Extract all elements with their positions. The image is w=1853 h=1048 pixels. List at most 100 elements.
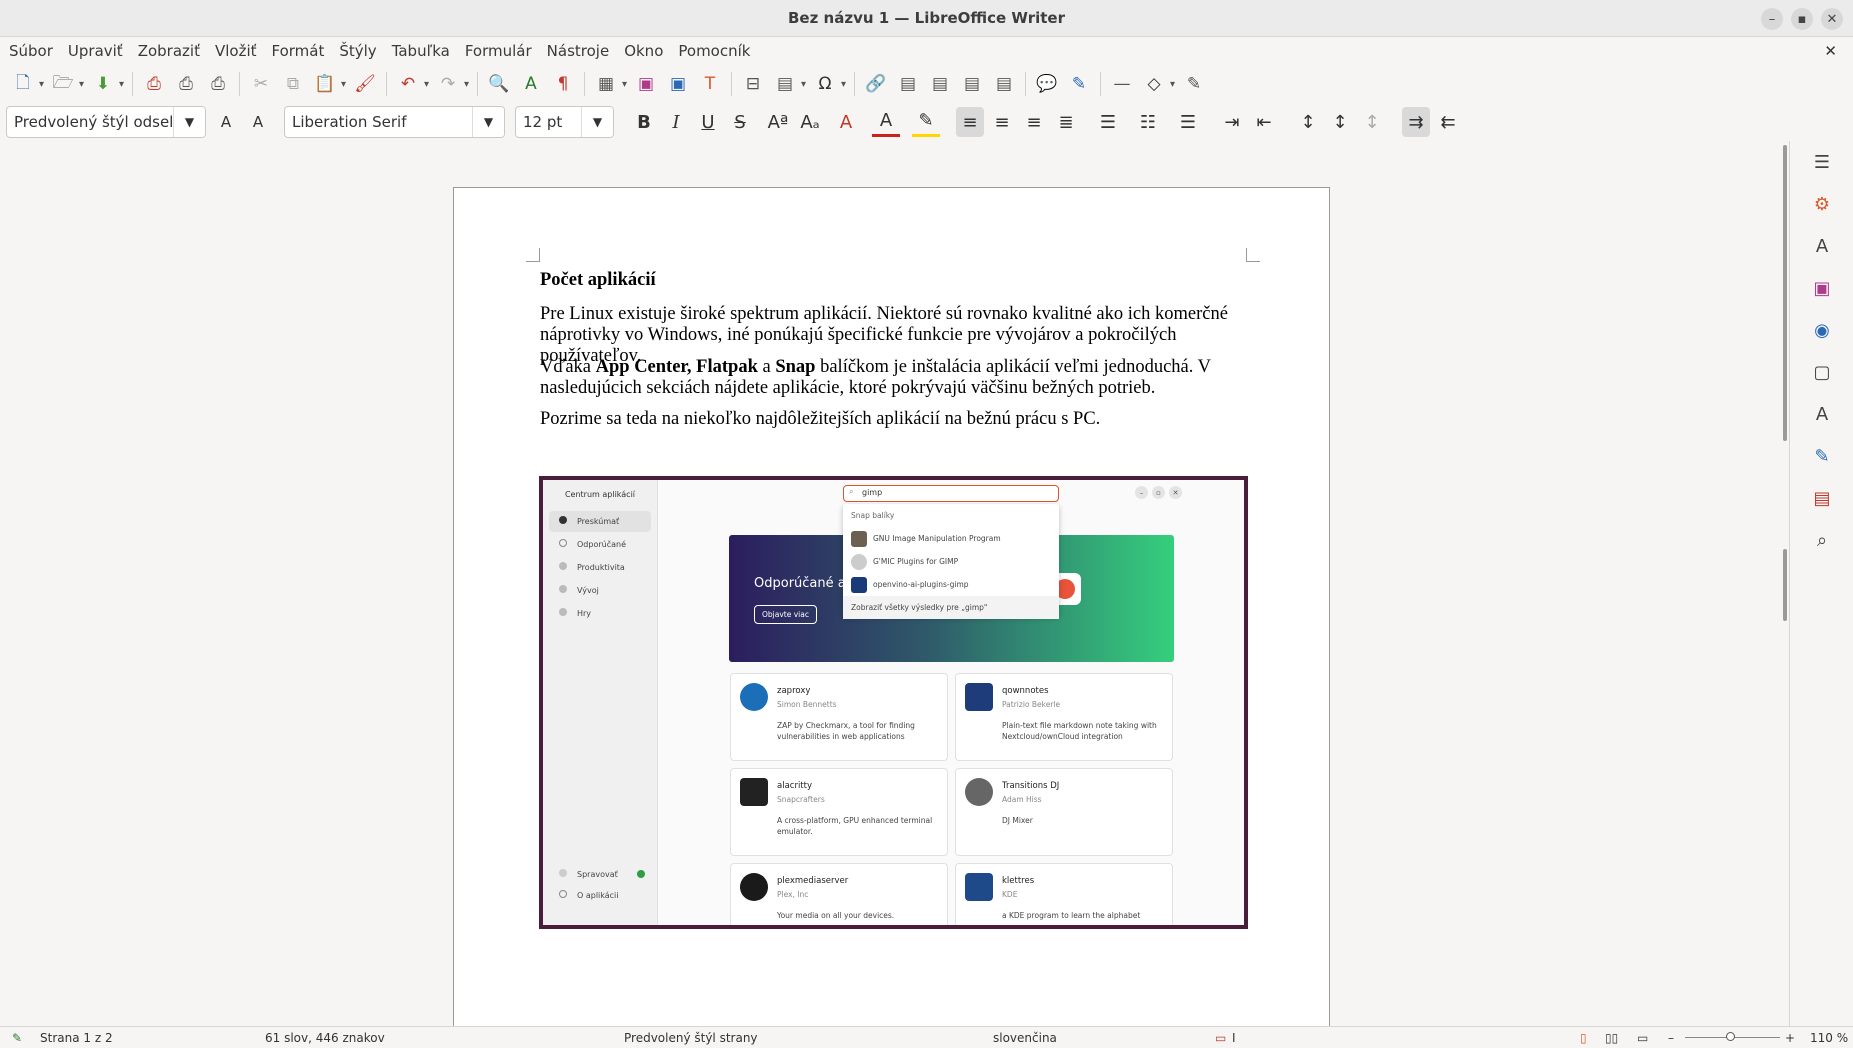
document-canvas[interactable]: Počet aplikácií Pre Linux existuje širok… [0, 141, 1780, 1026]
insert-textbox-icon[interactable]: T [697, 71, 723, 97]
close-document-button[interactable]: ✕ [1824, 42, 1837, 60]
embedded-screenshot-image[interactable]: Centrum aplikácií Preskúmať Odporúčané P… [539, 476, 1248, 929]
chevron-down-icon[interactable]: ▼ [173, 107, 205, 137]
chevron-down-icon[interactable]: ▼ [581, 107, 613, 137]
word-count[interactable]: 61 slov, 446 znakov [265, 1031, 385, 1045]
decrease-spacing-icon[interactable]: ↕ [1358, 107, 1386, 137]
manage-changes-icon[interactable]: ✎ [1810, 444, 1834, 468]
align-right-icon[interactable]: ≡ [1020, 107, 1048, 137]
insert-field-icon[interactable]: ▤ [772, 71, 806, 97]
menu-view[interactable]: Zobraziť [138, 42, 200, 60]
zoom-slider-handle[interactable] [1726, 1032, 1735, 1041]
export-pdf-icon[interactable]: ⎙ [141, 71, 167, 97]
close-window-button[interactable]: ✕ [1821, 8, 1843, 30]
track-changes-icon[interactable]: ✎ [1066, 71, 1092, 97]
hyperlink-icon[interactable]: 🔗 [863, 71, 889, 97]
book-view-icon[interactable]: ▭ [1637, 1031, 1648, 1045]
font-name-combo[interactable]: Liberation Serif ▼ [284, 106, 505, 138]
spelling-icon[interactable]: A [518, 71, 544, 97]
page-break-icon[interactable]: ⊟ [740, 71, 766, 97]
page-count[interactable]: Strana 1 z 2 [40, 1031, 113, 1045]
footnote-icon[interactable]: ▤ [895, 71, 921, 97]
maximize-button[interactable]: ▪ [1791, 8, 1813, 30]
cross-reference-icon[interactable]: ▤ [991, 71, 1017, 97]
zoom-out-icon[interactable]: – [1668, 1031, 1674, 1045]
scrollbar-handle[interactable] [1783, 549, 1787, 621]
design-icon[interactable]: ▤ [1810, 486, 1834, 510]
copy-icon[interactable]: ⧉ [280, 71, 306, 97]
left-to-right-icon[interactable]: ⇉ [1402, 107, 1430, 137]
draw-icon[interactable]: ✎ [1181, 71, 1207, 97]
document-paragraph-2[interactable]: Vďaka App Center, Flatpak a Snap balíčko… [540, 357, 1250, 399]
print-preview-icon[interactable]: ⎙ [205, 71, 231, 97]
font-color-icon[interactable]: A [872, 107, 900, 137]
document-heading[interactable]: Počet aplikácií [540, 270, 1250, 291]
strikethrough-icon[interactable]: S [726, 107, 754, 137]
insert-chart-icon[interactable]: ▣ [665, 71, 691, 97]
special-character-icon[interactable]: Ω [812, 71, 847, 97]
page-style[interactable]: Predvolený štýl strany [624, 1031, 758, 1045]
minimize-button[interactable]: – [1761, 8, 1783, 30]
increase-spacing-icon[interactable]: ↕ [1326, 107, 1354, 137]
endnote-icon[interactable]: ▤ [927, 71, 953, 97]
font-size-combo[interactable]: 12 pt ▼ [515, 106, 614, 138]
redo-icon[interactable]: ↷ [435, 71, 469, 97]
numbered-list-icon[interactable]: ☷ [1134, 107, 1162, 137]
basic-shapes-icon[interactable]: ◇ [1141, 71, 1175, 97]
right-to-left-icon[interactable]: ⇇ [1434, 107, 1462, 137]
insert-image-icon[interactable]: ▣ [633, 71, 659, 97]
align-left-icon[interactable]: ≡ [956, 107, 984, 137]
new-style-icon[interactable]: A [244, 107, 272, 137]
subscript-icon[interactable]: Aₐ [796, 107, 824, 137]
page-icon[interactable]: ▢ [1810, 360, 1834, 384]
menu-edit[interactable]: Upraviť [68, 42, 123, 60]
gallery-icon[interactable]: ▣ [1810, 276, 1834, 300]
scrollbar-thumb[interactable] [1783, 145, 1787, 441]
cut-icon[interactable]: ✂ [248, 71, 274, 97]
menu-tools[interactable]: Nástroje [547, 42, 610, 60]
menu-window[interactable]: Okno [624, 42, 663, 60]
outline-list-icon[interactable]: ☰ [1174, 107, 1202, 137]
vertical-scrollbar[interactable] [1780, 141, 1789, 1026]
sidebar-menu-icon[interactable]: ☰ [1810, 150, 1834, 174]
underline-icon[interactable]: U [694, 107, 722, 137]
styles-icon[interactable]: A [1810, 234, 1834, 258]
align-center-icon[interactable]: ≡ [988, 107, 1016, 137]
menu-form[interactable]: Formulár [465, 42, 532, 60]
multi-page-view-icon[interactable]: ▯▯ [1605, 1031, 1618, 1045]
insert-mode-icon[interactable]: ▭ [1215, 1031, 1226, 1045]
bold-icon[interactable]: B [630, 107, 658, 137]
zoom-level[interactable]: 110 % [1810, 1031, 1848, 1045]
italic-icon[interactable]: I [662, 107, 690, 137]
paste-icon[interactable]: 📋 [312, 71, 346, 97]
line-spacing-icon[interactable]: ↕ [1294, 107, 1322, 137]
style-inspector-icon[interactable]: A [1810, 402, 1834, 426]
menu-help[interactable]: Pomocník [678, 42, 750, 60]
clone-formatting-icon[interactable]: 🖌 [352, 71, 378, 97]
single-page-view-icon[interactable]: ▯ [1580, 1031, 1587, 1045]
insert-table-icon[interactable]: ▦ [593, 71, 627, 97]
find-icon[interactable]: ⌕ [1810, 528, 1834, 552]
menu-format[interactable]: Formát [272, 42, 325, 60]
new-document-icon[interactable]: 🗋 [10, 71, 44, 97]
formatting-marks-icon[interactable]: ¶ [550, 71, 576, 97]
comment-icon[interactable]: 💬 [1034, 71, 1060, 97]
find-replace-icon[interactable]: 🔍 [486, 71, 512, 97]
superscript-icon[interactable]: Aª [764, 107, 792, 137]
insert-line-icon[interactable]: — [1109, 71, 1135, 97]
menu-file[interactable]: Súbor [9, 42, 53, 60]
bookmark-icon[interactable]: ▤ [959, 71, 985, 97]
document-paragraph-3[interactable]: Pozrime sa teda na niekoľko najdôležitej… [540, 409, 1250, 430]
open-folder-icon[interactable]: 🗁 [50, 71, 84, 97]
update-style-icon[interactable]: A [212, 107, 240, 137]
justify-icon[interactable]: ≣ [1052, 107, 1080, 137]
menu-insert[interactable]: Vložiť [215, 42, 257, 60]
undo-icon[interactable]: ↶ [395, 71, 429, 97]
highlight-color-icon[interactable]: ✎ [912, 107, 940, 137]
navigator-icon[interactable]: ◉ [1810, 318, 1834, 342]
chevron-down-icon[interactable]: ▼ [472, 107, 504, 137]
menu-table[interactable]: Tabuľka [392, 42, 450, 60]
clear-formatting-icon[interactable]: A [832, 107, 860, 137]
language[interactable]: slovenčina [993, 1031, 1057, 1045]
document-page[interactable]: Počet aplikácií Pre Linux existuje širok… [453, 187, 1330, 1026]
